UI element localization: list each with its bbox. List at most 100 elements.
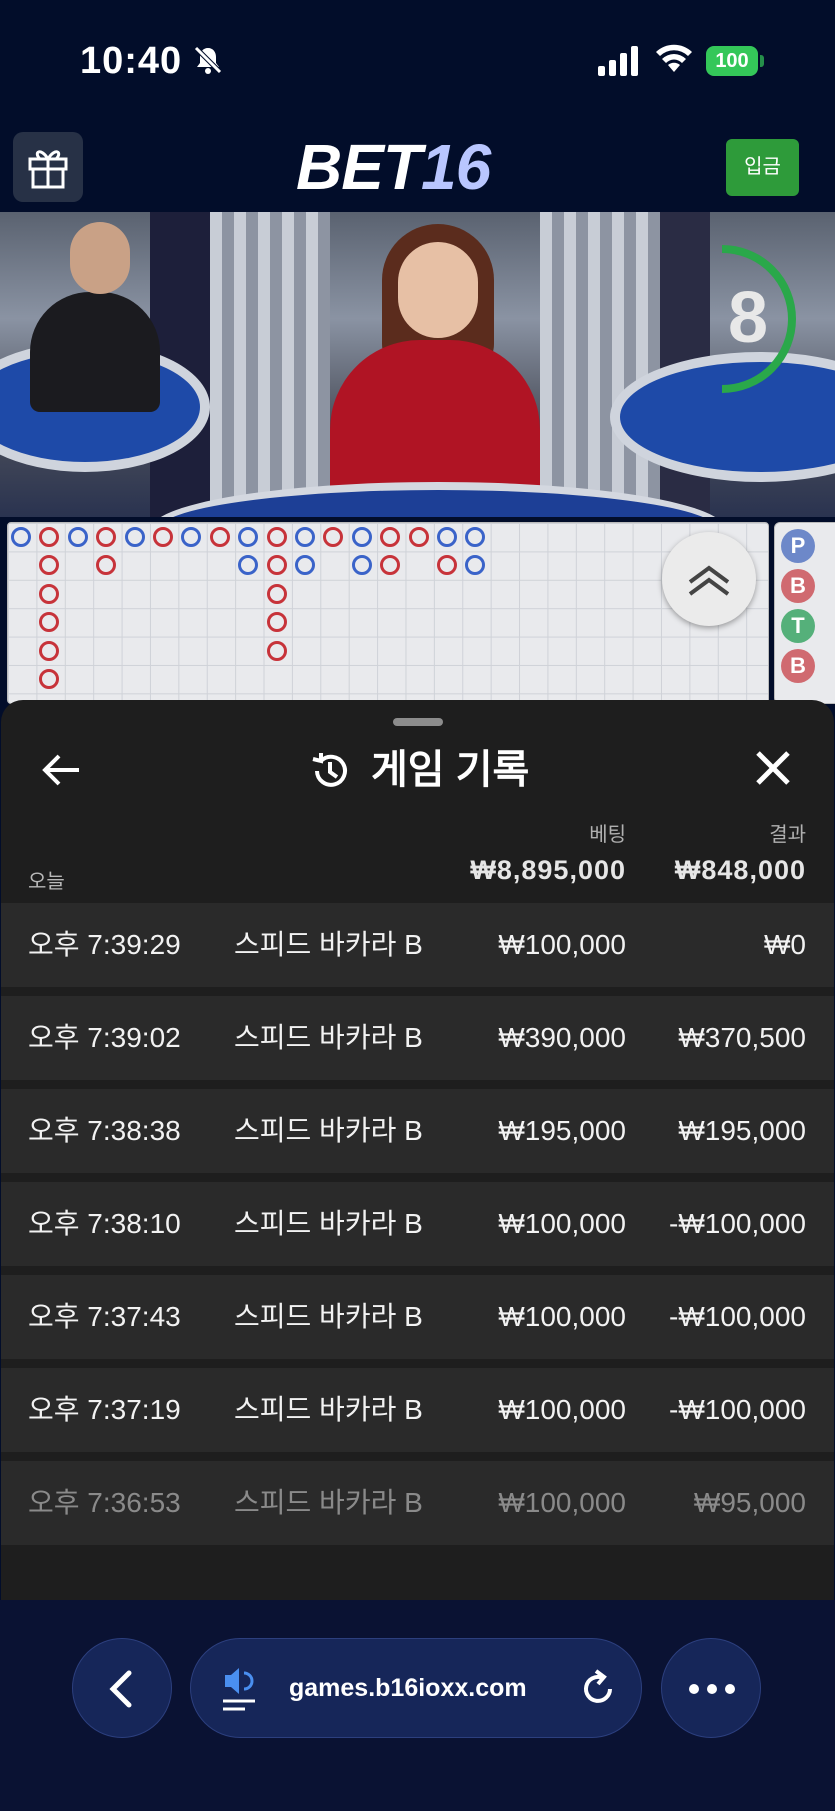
roadmap-bead [266, 555, 287, 576]
roadmap-bead [238, 555, 259, 576]
back-arrow-icon[interactable] [41, 750, 83, 790]
roadmap-bead [238, 527, 259, 547]
roadmap-bead [295, 527, 315, 547]
row-time: 오후 7:37:43 [28, 1301, 181, 1332]
roadmap-bead [380, 555, 401, 576]
total-result: ₩848,000 [674, 855, 806, 885]
player-badge[interactable]: P [781, 529, 815, 563]
row-game: 스피드 바카라 B [234, 1022, 423, 1053]
cellular-signal-icon [598, 46, 638, 76]
gift-button[interactable] [13, 132, 83, 202]
roadmap-bead [437, 527, 457, 547]
roadmap-bead [266, 583, 287, 604]
row-game: 스피드 바카라 B [234, 1115, 423, 1146]
bet-column-header: 베팅 [589, 824, 626, 846]
total-bet: ₩8,895,000 [470, 855, 626, 885]
history-row[interactable]: 오후 7:38:10 스피드 바카라 B ₩100,000 -₩100,000 [1, 1182, 834, 1266]
roadmap-bead [181, 527, 202, 547]
row-game: 스피드 바카라 B [234, 929, 423, 960]
row-time: 오후 7:39:29 [28, 929, 181, 960]
roadmap-bead [465, 527, 486, 547]
chevron-left-icon [109, 1670, 132, 1708]
roadmap-bead [295, 555, 315, 576]
row-result: -₩100,000 [669, 1394, 806, 1425]
panel-title: 게임 기록 [371, 748, 530, 792]
row-time: 오후 7:38:10 [28, 1208, 181, 1239]
more-options-button[interactable] [661, 1638, 761, 1738]
roadmap-bead [96, 527, 117, 547]
row-bet: ₩100,000 [498, 1208, 626, 1239]
roadmap-bead [437, 555, 457, 576]
row-time: 오후 7:39:02 [28, 1022, 181, 1053]
roadmap-bead [39, 527, 60, 547]
roadmap-bead [11, 527, 31, 547]
roadmap-bead [96, 555, 117, 576]
drag-handle[interactable] [393, 718, 443, 726]
countdown-value: 8 [728, 278, 768, 358]
status-time: 10:40 [80, 40, 183, 82]
game-history-panel: 게임 기록 베팅 결과 오늘 ₩8,895,000 ₩848,000 오후 7:… [1, 700, 834, 1600]
chevron-double-up-icon [688, 565, 730, 596]
row-result: ₩0 [764, 929, 806, 960]
tie-badge[interactable]: T [781, 609, 815, 643]
roadmap-bead [266, 612, 287, 633]
row-game: 스피드 바카라 B [234, 1208, 423, 1239]
bet16-logo: BET16 [296, 131, 491, 203]
roadmap-bead [209, 527, 230, 547]
close-icon[interactable] [753, 748, 793, 788]
wifi-icon [656, 44, 692, 72]
history-row[interactable]: 오후 7:39:29 스피드 바카라 B ₩100,000 ₩0 [1, 903, 834, 987]
roadmap-bead [408, 527, 429, 547]
row-bet: ₩195,000 [498, 1115, 626, 1146]
history-row[interactable]: 오후 7:36:53 스피드 바카라 B ₩100,000 ₩95,000 [1, 1461, 834, 1545]
history-row[interactable]: 오후 7:37:19 스피드 바카라 B ₩100,000 -₩100,000 [1, 1368, 834, 1452]
roadmap-bead [266, 640, 287, 661]
banker-badge-2[interactable]: B [781, 649, 815, 683]
address-bar[interactable]: games.b16ioxx.com [190, 1638, 642, 1738]
row-result: -₩100,000 [669, 1208, 806, 1239]
app-header: BET16 입금 [0, 120, 835, 213]
roadmap-bead [67, 527, 88, 547]
battery-level: 100 [706, 46, 758, 76]
row-bet: ₩390,000 [498, 1022, 626, 1053]
roadmap-bead [323, 527, 344, 547]
countdown-timer: 8 [721, 245, 796, 393]
row-game: 스피드 바카라 B [234, 1487, 423, 1518]
row-bet: ₩100,000 [498, 1487, 626, 1518]
roadmap-bead [39, 669, 60, 689]
row-bet: ₩100,000 [498, 1301, 626, 1332]
row-bet: ₩100,000 [498, 929, 626, 960]
history-row[interactable]: 오후 7:39:02 스피드 바카라 B ₩390,000 ₩370,500 [1, 996, 834, 1080]
logo-number: 16 [421, 131, 491, 203]
roadmap-bead [39, 583, 60, 604]
roadmap-bead [153, 527, 173, 547]
gift-icon [28, 150, 68, 189]
today-label: 오늘 [28, 871, 65, 893]
row-result: -₩100,000 [669, 1301, 806, 1332]
reload-icon[interactable] [576, 1667, 620, 1711]
roadmap-side-prediction: P B T B [774, 522, 835, 704]
url-text: games.b16ioxx.com [289, 1674, 527, 1702]
reader-audio-icon[interactable] [221, 1663, 263, 1715]
row-result: ₩195,000 [678, 1115, 806, 1146]
row-result: ₩370,500 [678, 1022, 806, 1053]
history-icon [312, 753, 347, 787]
row-game: 스피드 바카라 B [234, 1301, 423, 1332]
ellipsis-icon [689, 1684, 735, 1694]
bell-muted-icon [194, 46, 222, 74]
roadmap-bead [124, 527, 145, 547]
row-bet: ₩100,000 [498, 1394, 626, 1425]
deposit-button[interactable]: 입금 [726, 139, 799, 196]
roadmap-grid [7, 522, 769, 704]
roadmap-bead [266, 527, 287, 547]
history-row[interactable]: 오후 7:38:38 스피드 바카라 B ₩195,000 ₩195,000 [1, 1089, 834, 1173]
row-result: ₩95,000 [693, 1487, 806, 1518]
browser-back-button[interactable] [72, 1638, 172, 1738]
browser-toolbar: games.b16ioxx.com [0, 1600, 835, 1811]
roadmap-bead [351, 527, 372, 547]
row-time: 오후 7:38:38 [28, 1115, 181, 1146]
banker-badge[interactable]: B [781, 569, 815, 603]
result-column-header: 결과 [769, 824, 806, 846]
expand-roadmap-button[interactable] [662, 532, 756, 626]
history-row[interactable]: 오후 7:37:43 스피드 바카라 B ₩100,000 -₩100,000 [1, 1275, 834, 1359]
